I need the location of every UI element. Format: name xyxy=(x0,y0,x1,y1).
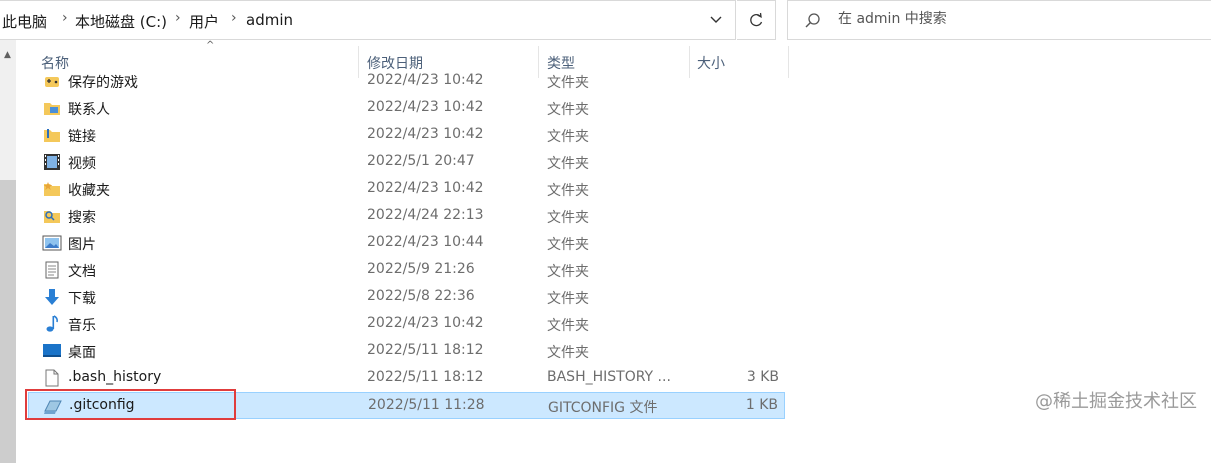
file-type: 文件夹 xyxy=(547,264,589,280)
downloads-icon xyxy=(45,289,59,305)
file-date: 2022/5/9 21:26 xyxy=(367,261,475,277)
file-type: 文件夹 xyxy=(547,183,589,199)
file-date: 2022/4/23 10:42 xyxy=(367,72,484,88)
file-type: BASH_HISTORY ... xyxy=(547,369,671,385)
file-size: 1 KB xyxy=(745,397,778,413)
sort-ascending-icon: ^ xyxy=(206,40,215,51)
refresh-button[interactable] xyxy=(737,0,776,40)
file-name: 联系人 xyxy=(68,102,110,118)
file-name: 链接 xyxy=(68,129,96,145)
refresh-icon xyxy=(750,12,763,27)
file-name: .bash_history xyxy=(68,369,162,385)
search-input[interactable] xyxy=(836,10,1200,28)
file-date: 2022/5/11 11:28 xyxy=(368,397,485,413)
file-name: 搜索 xyxy=(68,210,96,226)
file-type: 文件夹 xyxy=(547,102,589,118)
file-row[interactable]: 图片 2022/4/23 10:44 文件夹 xyxy=(28,230,785,257)
file-date: 2022/4/24 22:13 xyxy=(367,207,484,223)
searches-icon xyxy=(44,211,60,223)
breadcrumb-separator-icon[interactable]: › xyxy=(231,10,237,26)
file-date: 2022/5/1 20:47 xyxy=(367,153,475,169)
file-row[interactable]: 桌面 2022/5/11 18:12 文件夹 xyxy=(28,338,785,365)
contacts-icon xyxy=(44,103,60,115)
breadcrumb-users[interactable]: 用户 xyxy=(189,11,219,32)
breadcrumb-admin[interactable]: admin xyxy=(246,11,293,29)
annotation-highlight-box xyxy=(25,389,236,420)
file-type: 文件夹 xyxy=(547,345,589,361)
links-icon xyxy=(44,129,60,142)
file-row[interactable]: .bash_history 2022/5/11 18:12 BASH_HISTO… xyxy=(28,365,785,392)
file-name: 下载 xyxy=(68,291,96,307)
file-date: 2022/4/23 10:42 xyxy=(367,126,484,142)
breadcrumb-local-disk[interactable]: 本地磁盘 (C:) xyxy=(75,11,167,32)
saved-games-icon xyxy=(45,77,59,87)
file-row[interactable]: 链接 2022/4/23 10:42 文件夹 xyxy=(28,122,785,149)
file-type: 文件夹 xyxy=(547,318,589,334)
breadcrumb-separator-icon[interactable]: › xyxy=(175,10,181,26)
watermark: @稀土掘金技术社区 xyxy=(1035,391,1197,412)
documents-icon xyxy=(45,261,59,279)
file-date: 2022/5/11 18:12 xyxy=(367,369,484,385)
file-type: 文件夹 xyxy=(547,129,589,145)
file-name: 文档 xyxy=(68,264,96,280)
file-type: 文件夹 xyxy=(547,210,589,226)
file-name: 保存的游戏 xyxy=(68,75,138,91)
file-date: 2022/4/23 10:42 xyxy=(367,315,484,331)
file-type: 文件夹 xyxy=(547,291,589,307)
file-row[interactable]: 联系人 2022/4/23 10:42 文件夹 xyxy=(28,95,785,122)
file-row[interactable]: 音乐 2022/4/23 10:42 文件夹 xyxy=(28,311,785,338)
file-list: 保存的游戏 2022/4/23 10:42 文件夹 联系人 2022/4/23 … xyxy=(0,68,800,423)
file-name: 图片 xyxy=(68,237,96,253)
file-date: 2022/4/23 10:44 xyxy=(367,234,484,250)
file-row[interactable]: 文档 2022/5/9 21:26 文件夹 xyxy=(28,257,785,284)
file-name: 收藏夹 xyxy=(68,183,110,199)
file-type: 文件夹 xyxy=(547,237,589,253)
search-box[interactable] xyxy=(787,0,1211,40)
favorites-icon xyxy=(43,182,60,196)
file-row[interactable]: 下载 2022/5/8 22:36 文件夹 xyxy=(28,284,785,311)
file-date: 2022/4/23 10:42 xyxy=(367,180,484,196)
search-icon xyxy=(804,12,822,34)
chevron-down-icon[interactable] xyxy=(704,9,728,31)
file-row[interactable]: 保存的游戏 2022/4/23 10:42 文件夹 xyxy=(28,68,785,95)
music-icon xyxy=(46,315,58,332)
file-date: 2022/5/11 18:12 xyxy=(367,342,484,358)
file-row[interactable]: 搜索 2022/4/24 22:13 文件夹 xyxy=(28,203,785,230)
file-size: 3 KB xyxy=(746,369,779,385)
file-row[interactable]: 收藏夹 2022/4/23 10:42 文件夹 xyxy=(28,176,785,203)
scroll-up-icon[interactable]: ▲ xyxy=(4,50,11,60)
pictures-icon xyxy=(42,235,62,251)
videos-icon xyxy=(44,154,60,170)
toolbar: 此电脑 › 本地磁盘 (C:) › 用户 › admin xyxy=(0,0,1211,40)
file-type: GITCONFIG 文件 xyxy=(548,400,658,416)
file-name: 音乐 xyxy=(68,318,96,334)
file-name: 桌面 xyxy=(68,345,96,361)
address-bar[interactable]: 此电脑 › 本地磁盘 (C:) › 用户 › admin xyxy=(0,0,736,40)
file-row[interactable]: 视频 2022/5/1 20:47 文件夹 xyxy=(28,149,785,176)
file-date: 2022/5/8 22:36 xyxy=(367,288,475,304)
file-date: 2022/4/23 10:42 xyxy=(367,99,484,115)
desktop-icon xyxy=(43,344,61,357)
file-icon xyxy=(45,369,59,387)
breadcrumb-separator-icon[interactable]: › xyxy=(62,10,68,26)
file-type: 文件夹 xyxy=(547,156,589,172)
file-name: 视频 xyxy=(68,156,96,172)
breadcrumb-this-pc[interactable]: 此电脑 xyxy=(2,11,47,32)
file-type: 文件夹 xyxy=(547,75,589,91)
